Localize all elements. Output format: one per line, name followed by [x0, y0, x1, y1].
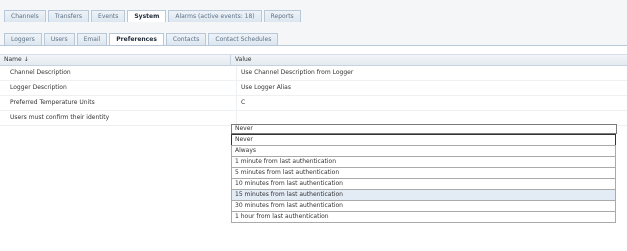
tab-system[interactable]: System — [127, 10, 167, 22]
grid-header: Name ↓ Value — [0, 54, 627, 66]
tab-reports[interactable]: Reports — [263, 10, 301, 22]
sub-tab-row: Loggers Users Email Preferences Contacts… — [4, 33, 279, 45]
top-tab-bar: Channels Transfers Events System Alarms … — [0, 0, 627, 24]
row-name: Logger Description — [0, 81, 237, 95]
table-row[interactable]: Preferred Temperature Units C — [0, 96, 627, 111]
row-name: Channel Description — [0, 66, 237, 80]
row-value: Use Channel Description from Logger — [241, 69, 354, 76]
dropdown-options: Never Always 1 minute from last authenti… — [231, 134, 616, 223]
dropdown-current-value[interactable]: Never — [231, 124, 617, 134]
table-row[interactable]: Channel Description Use Channel Descript… — [0, 66, 627, 81]
tab-email[interactable]: Email — [76, 33, 108, 45]
column-header-value[interactable]: Value — [231, 55, 251, 65]
tab-alarms[interactable]: Alarms (active events: 18) — [168, 10, 262, 22]
sub-tab-bar: Loggers Users Email Preferences Contacts… — [0, 23, 627, 46]
tab-preferences[interactable]: Preferences — [109, 33, 164, 45]
tab-contact-schedules[interactable]: Contact Schedules — [208, 33, 279, 45]
tab-channels[interactable]: Channels — [4, 10, 46, 22]
tab-events[interactable]: Events — [91, 10, 126, 22]
table-row[interactable]: Logger Description Use Logger Alias — [0, 81, 627, 96]
tab-contacts[interactable]: Contacts — [165, 33, 207, 45]
identity-confirm-dropdown[interactable]: Never Never Always 1 minute from last au… — [231, 124, 627, 223]
tab-transfers[interactable]: Transfers — [47, 10, 90, 22]
row-name: Preferred Temperature Units — [0, 96, 237, 110]
row-value — [237, 111, 241, 125]
row-value: C — [241, 99, 246, 106]
preferences-grid: Name ↓ Value Channel Description Use Cha… — [0, 54, 627, 126]
dropdown-option-1-hour[interactable]: 1 hour from last authentication — [231, 211, 616, 223]
row-value: Use Logger Alias — [241, 84, 291, 91]
tab-users[interactable]: Users — [43, 33, 75, 45]
column-header-name[interactable]: Name ↓ — [0, 55, 231, 65]
row-name: Users must confirm their identity — [0, 111, 237, 125]
top-tab-row: Channels Transfers Events System Alarms … — [4, 10, 301, 22]
tab-loggers[interactable]: Loggers — [4, 33, 42, 45]
